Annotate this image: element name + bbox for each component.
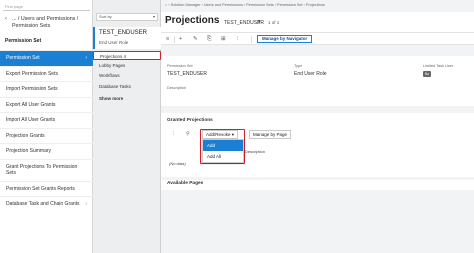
back-arrow-icon[interactable]: ‹ <box>5 16 7 22</box>
record-link-database-tasks[interactable]: Database Tasks <box>93 82 161 91</box>
column-chooser-icon[interactable]: ⫶ <box>173 131 174 137</box>
show-more-link[interactable]: Show more <box>99 96 123 101</box>
nav-item-import-permission-sets[interactable]: Import Permission Sets <box>0 81 93 97</box>
no-data-text: (No data) <box>169 161 186 166</box>
filter-icon[interactable]: ⚲ <box>186 131 190 137</box>
main-content: ⌂ › Solution Manager › Users and Permiss… <box>161 0 474 253</box>
nav-item-projection-grants[interactable]: Projection Grants <box>0 127 93 144</box>
breadcrumb-trail[interactable]: › Solution Manager › Users and Permissio… <box>168 3 324 7</box>
nav-item-label: Database Task and Chain Grants <box>6 201 80 207</box>
details-panel: Permission Set TEST_ENDUSER Type End Use… <box>161 56 474 106</box>
type-label: Type <box>294 64 303 68</box>
permission-set-value: TEST_ENDUSER <box>167 71 208 77</box>
home-icon[interactable]: ⌂ <box>165 3 167 7</box>
column-header-description[interactable]: Description <box>245 149 265 154</box>
chevron-right-icon: › <box>85 55 87 61</box>
toolbar-divider <box>251 36 252 43</box>
record-link-projections[interactable]: Projections 4 <box>93 51 161 60</box>
caret-down-icon[interactable]: ▾ <box>258 19 261 25</box>
add-revoke-label: Add/Revoke <box>206 132 231 137</box>
nav-item-label: Import All User Grants <box>6 117 56 123</box>
nav-item-label: Projection Grants <box>6 132 45 139</box>
sort-dropdown[interactable]: Sort by ▾ <box>96 13 158 21</box>
nav-item-permission-set[interactable]: Permission Set › <box>0 50 93 66</box>
nav-item-label: Permission Set Grants Reports <box>6 185 75 192</box>
nav-list: Permission Set › Export Permission Sets I… <box>0 50 93 212</box>
toolbar: ≡ + ✎ ⎘ ⊞ ⋮ Manage by Navigator <box>161 32 474 45</box>
more-icon[interactable]: ⋮ <box>235 36 241 42</box>
granted-projections-toolbar: ⫶ ⚲ Add/Revoke ▾ Manage by Page Descript… <box>165 129 467 166</box>
nav-item-label: Export All User Grants <box>6 101 56 108</box>
nav-item-database-task-chain-grants[interactable]: Database Task and Chain Grants › <box>0 196 93 212</box>
nav-path[interactable]: ... / Users and Permissions / Permission… <box>12 16 90 30</box>
list-icon[interactable]: ≡ <box>166 36 169 42</box>
limited-task-user-label: Limited Task User <box>423 64 454 68</box>
nav-item-projection-summary[interactable]: Projection Summary <box>0 143 93 159</box>
granted-projections-panel: Granted Projections ⫶ ⚲ Add/Revoke ▾ Man… <box>161 113 474 177</box>
granted-projections-title: Granted Projections <box>167 118 213 123</box>
nav-item-export-all-user-grants[interactable]: Export All User Grants <box>0 96 93 113</box>
title-bar: Projections TEST_ENDUSER ▾ 1 of 1 <box>161 12 474 32</box>
nav-item-export-permission-sets[interactable]: Export Permission Sets <box>0 65 93 82</box>
record-count: 1 of 1 <box>268 20 280 25</box>
manage-by-page-button[interactable]: Manage by Page <box>249 130 292 139</box>
menu-item-add[interactable]: Add <box>203 140 243 151</box>
nav-header: ‹ ... / Users and Permissions / Permissi… <box>0 13 93 35</box>
nav-item-label: Import Permission Sets <box>6 86 58 92</box>
edit-icon[interactable]: ✎ <box>193 36 198 42</box>
navigation-pane: Find page ‹ ... / Users and Permissions … <box>0 0 93 253</box>
nav-item-grant-projections[interactable]: Grant Projections To Permission Sets <box>0 158 93 181</box>
available-pages-title: Available Pages <box>167 181 204 186</box>
breadcrumb: ⌂ › Solution Manager › Users and Permiss… <box>165 3 325 7</box>
chevron-right-icon: › <box>85 201 87 207</box>
manage-by-navigator-button[interactable]: Manage by Navigator <box>257 35 313 43</box>
add-icon[interactable]: + <box>179 36 182 42</box>
nav-item-label: Export Permission Sets <box>6 70 58 77</box>
record-type: End User Role <box>99 40 129 45</box>
add-revoke-menu: Add Add All <box>202 139 244 163</box>
record-link-workflows[interactable]: Workflows <box>93 71 161 80</box>
record-name: TEST_ENDUSER <box>99 30 148 36</box>
nav-item-label: Projection Summary <box>6 148 52 154</box>
record-pane: Sort by ▾ TEST_ENDUSER End User Role Pro… <box>93 0 161 253</box>
page-title: Projections <box>165 15 220 26</box>
current-record-card[interactable]: TEST_ENDUSER End User Role <box>93 27 161 49</box>
permission-set-label: Permission Set <box>167 64 193 68</box>
toolbar-divider <box>174 36 175 43</box>
menu-item-add-all[interactable]: Add All <box>203 151 243 162</box>
record-link-lobby-pages[interactable]: Lobby Pages <box>93 61 161 70</box>
limited-task-user-badge: No <box>423 71 431 77</box>
add-revoke-button[interactable]: Add/Revoke ▾ <box>202 130 239 139</box>
grid-icon[interactable]: ⊞ <box>221 36 226 42</box>
description-label: Description <box>167 86 186 90</box>
nav-search-input[interactable]: Find page <box>3 2 90 11</box>
chevron-down-icon: ▾ <box>152 14 155 19</box>
chevron-down-icon: ▾ <box>231 132 235 137</box>
sort-label: Sort by <box>99 14 112 19</box>
nav-group-title: Permission Set <box>5 38 42 44</box>
copy-icon[interactable]: ⎘ <box>207 36 211 43</box>
available-pages-panel: Available Pages <box>161 180 474 190</box>
nav-item-label: Permission Set <box>6 55 40 61</box>
nav-item-import-all-user-grants[interactable]: Import All User Grants <box>0 112 93 128</box>
type-value: End User Role <box>294 71 327 77</box>
nav-item-label: Grant Projections To Permission Sets <box>6 163 78 177</box>
nav-item-permission-set-grants-reports[interactable]: Permission Set Grants Reports <box>0 180 93 197</box>
